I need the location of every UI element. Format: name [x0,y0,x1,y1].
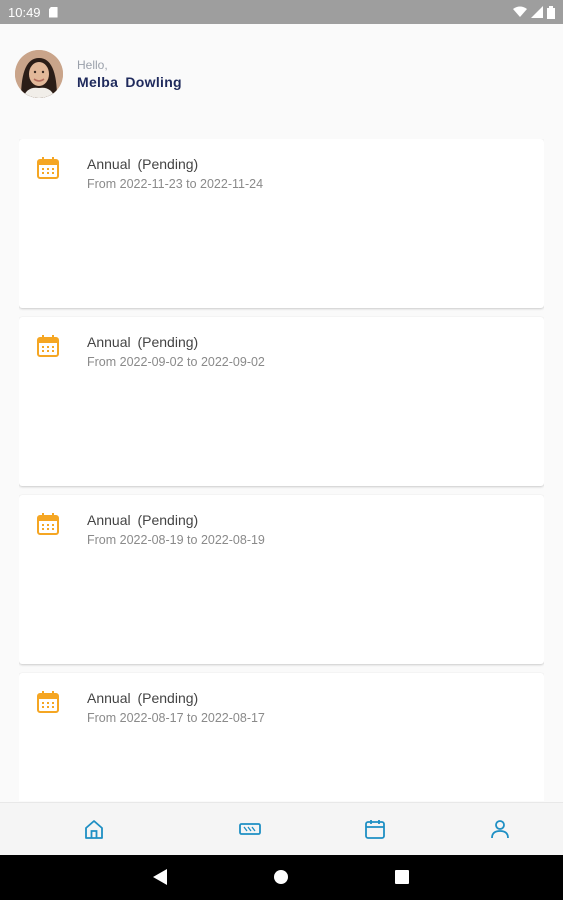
greeting-text: Hello, [77,58,108,72]
leave-title: Annual (Pending) [87,512,199,528]
leave-title: Annual (Pending) [87,334,199,350]
calendar-icon [37,513,59,535]
system-nav-bar [0,855,563,900]
user-header: Hello, Melba Dowling [15,50,182,98]
calendar-icon [37,691,59,713]
leave-dates: From 2022-08-19 to 2022-08-19 [87,533,265,547]
calendar-icon [37,335,59,357]
status-time: 10:49 [8,4,41,20]
profile-icon[interactable] [489,818,511,840]
signal-icon [531,6,543,18]
wifi-icon [513,6,527,17]
leave-card[interactable]: Annual (Pending) From 2022-08-19 to 2022… [19,495,544,664]
sd-card-icon [48,6,58,18]
leave-dates: From 2022-08-17 to 2022-08-17 [87,711,265,725]
ticket-icon[interactable] [239,818,261,840]
leave-title: Annual (Pending) [87,156,199,172]
leave-card[interactable]: Annual (Pending) From 2022-11-23 to 2022… [19,139,544,308]
bottom-nav [0,802,563,855]
home-button-icon[interactable] [274,870,288,884]
leave-dates: From 2022-09-02 to 2022-09-02 [87,355,265,369]
user-name: Melba Dowling [77,74,182,90]
leave-dates: From 2022-11-23 to 2022-11-24 [87,177,264,191]
back-icon[interactable] [153,869,167,885]
leave-title: Annual (Pending) [87,690,199,706]
avatar[interactable] [15,50,63,98]
leave-list[interactable]: Annual (Pending) From 2022-11-23 to 2022… [19,139,544,801]
home-icon[interactable] [83,818,105,840]
calendar-icon [37,157,59,179]
status-bar: 10:49 [0,0,563,24]
leave-card[interactable]: Annual (Pending) From 2022-08-17 to 2022… [19,673,544,801]
recents-icon[interactable] [395,870,409,884]
calendar-icon[interactable] [364,818,386,840]
leave-card[interactable]: Annual (Pending) From 2022-09-02 to 2022… [19,317,544,486]
battery-icon [547,5,555,19]
